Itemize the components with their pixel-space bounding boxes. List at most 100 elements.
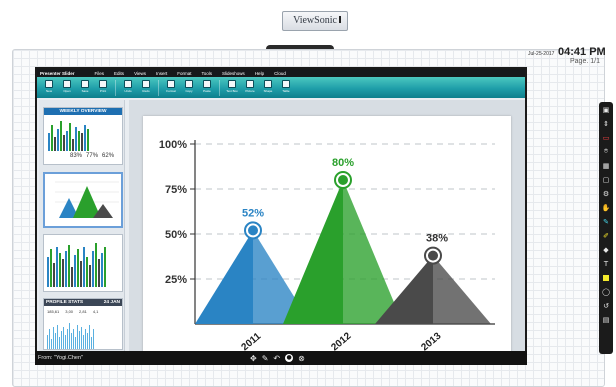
presenter-window: Presenter Slider Files Edits Views Inser… — [35, 67, 527, 365]
menu-files[interactable]: Files — [95, 71, 105, 76]
grid-icon[interactable]: ▦ — [599, 159, 613, 172]
eraser-icon[interactable]: ◆ — [599, 243, 613, 256]
open-folder-icon — [63, 80, 71, 88]
scroll-icon[interactable]: ⇕ — [599, 117, 613, 130]
redo-icon — [142, 80, 150, 88]
format-icon — [167, 80, 175, 88]
data-label: 80% — [332, 157, 354, 169]
brand-name: ViewSonic — [293, 15, 337, 26]
peak-left-2011 — [195, 230, 253, 324]
copy-button[interactable]: Copy — [183, 80, 195, 93]
slide-thumbnail-3[interactable] — [43, 234, 123, 292]
paste-icon — [203, 80, 211, 88]
thumbnail-histogram — [47, 323, 94, 349]
shape-button[interactable]: Shape — [262, 80, 274, 93]
y-tick-label: 100% — [159, 139, 187, 151]
record-icon[interactable]: ● — [285, 353, 294, 362]
menu-help[interactable]: Help — [255, 71, 264, 76]
ribbon-divider — [158, 80, 159, 96]
thumbnail-title: PROFILE STATS 24 JAN — [44, 299, 122, 306]
menu-views[interactable]: Views — [134, 71, 146, 76]
peak-marker — [248, 225, 258, 236]
y-tick-label: 75% — [165, 184, 187, 196]
print-button[interactable]: Print — [97, 80, 109, 93]
camera-icon[interactable]: ⌾ — [599, 145, 613, 158]
highlighter-icon[interactable]: ✐ — [599, 229, 613, 242]
thumbnail-title: WEEKLY OVERVIEW — [44, 108, 122, 115]
slide-thumbnail-4[interactable]: PROFILE STATS 24 JAN 185,61 3,00 2,81 4,… — [43, 298, 123, 350]
picture-button[interactable]: Picture — [244, 80, 256, 93]
undo-button[interactable]: Undo — [122, 80, 134, 93]
x-tick-label: 2011 — [240, 331, 264, 352]
picture-icon — [246, 80, 254, 88]
table-button[interactable]: Table — [280, 80, 292, 93]
menu-edits[interactable]: Edits — [114, 71, 124, 76]
annotation-toolbar: ▣ ⇕ ▭ ⌾ ▦ ▢ ⚙ ✋ ✎ ✐ ◆ T ◯ ↺ ▤ — [599, 102, 613, 354]
folder-icon[interactable]: ▢ — [599, 173, 613, 186]
ribbon-toolbar: New Open Save Print Undo Redo Format Cop… — [37, 77, 525, 98]
time-display: 04:41 PM — [558, 46, 606, 58]
table-icon — [282, 80, 290, 88]
menu-cloud[interactable]: Cloud — [274, 71, 286, 76]
menu-format[interactable]: Format — [177, 71, 191, 76]
menu-insert[interactable]: Insert — [156, 71, 167, 76]
page-indicator: Page. 1/1 — [570, 58, 600, 65]
window-icon[interactable]: ▣ — [599, 103, 613, 116]
slide-thumbnail-2[interactable] — [43, 172, 123, 228]
annotation-status-bar: From: "Yogi.Chen" ✥ ✎ ↶ ● ⊗ — [35, 351, 527, 365]
date-display: Jul-25-2017 — [528, 51, 555, 57]
gear-icon[interactable]: ⚙ — [599, 187, 613, 200]
menu-slideshows[interactable]: Slideshows — [222, 71, 245, 76]
slide-thumbnail-panel: WEEKLY OVERVIEW 83% 77% 62% PROFILE STAT… — [39, 100, 125, 352]
move-icon[interactable]: ✥ — [250, 354, 257, 363]
ribbon-divider — [115, 80, 116, 96]
close-icon[interactable]: ⊗ — [298, 354, 305, 363]
text-icon[interactable]: T — [599, 257, 613, 270]
format-button[interactable]: Format — [165, 80, 177, 93]
pen-icon[interactable]: ✎ — [262, 354, 269, 363]
shape-icon — [264, 80, 272, 88]
y-tick-label: 50% — [165, 229, 187, 241]
thumbnail-stats: 185,61 3,00 2,81 4,1 — [47, 309, 99, 314]
undo-circle-icon[interactable]: ↺ — [599, 299, 613, 312]
lasso-icon[interactable]: ◯ — [599, 285, 613, 298]
text-box-button[interactable]: Text Box — [226, 80, 238, 93]
save-icon[interactable]: ▤ — [599, 313, 613, 326]
ribbon-divider — [219, 80, 220, 96]
new-button[interactable]: New — [43, 80, 55, 93]
current-slide[interactable]: 100% 75% 50% 25% 52% 2011 80% 2012 38% 2013 — [143, 116, 511, 353]
new-file-icon — [45, 80, 53, 88]
data-label: 38% — [426, 233, 448, 245]
sender-label: From: "Yogi.Chen" — [38, 355, 83, 361]
hand-icon[interactable]: ✋ — [599, 201, 613, 214]
copy-icon — [185, 80, 193, 88]
triangle-chart: 100% 75% 50% 25% 52% 2011 80% 2012 38% 2013 — [159, 139, 495, 353]
slide-thumbnail-1[interactable]: WEEKLY OVERVIEW 83% 77% 62% — [43, 107, 123, 165]
data-label: 52% — [242, 207, 264, 219]
indicator-led — [339, 16, 341, 23]
peak-marker — [338, 175, 348, 185]
brand-label: ViewSonic — [282, 11, 348, 31]
record-red-icon[interactable]: ▭ — [599, 131, 613, 144]
app-title: Presenter Slider — [40, 70, 75, 76]
open-button[interactable]: Open — [61, 80, 73, 93]
slide-editor: 100% 75% 50% 25% 52% 2011 80% 2012 38% 2013 — [129, 100, 525, 353]
redo-button[interactable]: Redo — [140, 80, 152, 93]
text-box-icon — [228, 80, 236, 88]
cyan-pen-icon[interactable]: ✎ — [599, 215, 613, 228]
bottom-controls: ✥ ✎ ↶ ● ⊗ — [250, 353, 305, 363]
undo-icon — [124, 80, 132, 88]
paste-button[interactable]: Paste — [201, 80, 213, 93]
thumbnail-triangle-chart — [55, 181, 119, 218]
y-tick-label: 25% — [165, 274, 187, 286]
undo-icon[interactable]: ↶ — [273, 354, 280, 363]
print-icon — [99, 80, 107, 88]
x-tick-label: 2012 — [329, 330, 353, 352]
menu-tools[interactable]: Tools — [202, 71, 213, 76]
peak-marker — [428, 250, 438, 261]
yellow-note-icon[interactable] — [599, 271, 613, 284]
thumbnail-bar-chart — [48, 121, 89, 151]
peak-right-2013 — [433, 255, 491, 324]
x-tick-label: 2013 — [419, 330, 443, 352]
save-button[interactable]: Save — [79, 80, 91, 93]
